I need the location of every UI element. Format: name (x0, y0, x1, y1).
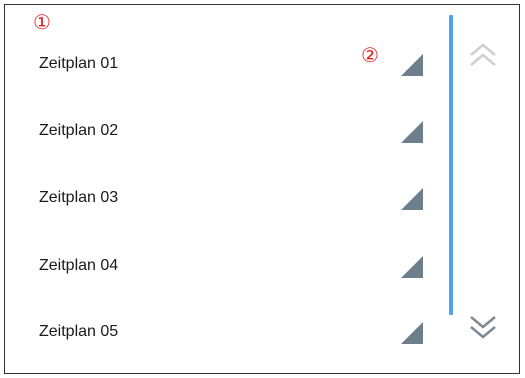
corner-triangle-icon (401, 188, 423, 210)
schedule-label: Zeitplan 01 (39, 55, 119, 72)
schedule-label: Zeitplan 05 (39, 323, 119, 340)
schedule-label: Zeitplan 04 (39, 257, 119, 274)
double-chevron-down-icon (470, 316, 496, 339)
corner-triangle-icon (401, 322, 423, 344)
schedule-row-04[interactable]: Zeitplan 04 (5, 247, 425, 297)
scroll-down-button[interactable] (463, 307, 503, 347)
schedule-menu-button[interactable] (389, 47, 429, 83)
schedule-menu-button[interactable] (389, 315, 429, 351)
double-chevron-up-icon (470, 43, 496, 66)
schedule-row-02[interactable]: Zeitplan 02 (5, 112, 425, 162)
scrollbar-thumb[interactable] (449, 15, 453, 315)
corner-triangle-icon (401, 54, 423, 76)
callout-marker-1: ① (33, 12, 51, 34)
schedule-row-01[interactable]: Zeitplan 01 (5, 45, 425, 95)
schedule-menu-button[interactable] (389, 249, 429, 285)
schedule-label: Zeitplan 03 (39, 189, 119, 206)
corner-triangle-icon (401, 256, 423, 278)
schedule-row-03[interactable]: Zeitplan 03 (5, 179, 425, 229)
schedule-menu-button[interactable] (389, 181, 429, 217)
schedule-menu-button[interactable] (389, 114, 429, 150)
corner-triangle-icon (401, 121, 423, 143)
schedule-label: Zeitplan 02 (39, 122, 119, 139)
schedule-row-05[interactable]: Zeitplan 05 (5, 313, 425, 363)
scroll-up-button[interactable] (463, 37, 503, 77)
schedule-list-panel: ① ② Zeitplan 01 Zeitplan 02 Zeitplan 03 … (4, 4, 520, 374)
